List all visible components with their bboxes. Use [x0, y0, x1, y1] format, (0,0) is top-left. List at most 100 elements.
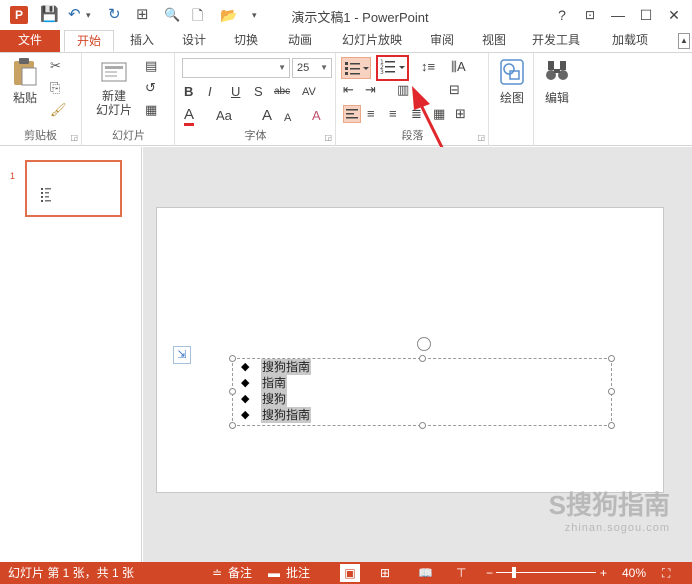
customize-qat-icon[interactable]: ▾ [252, 5, 257, 25]
autofit-options-icon[interactable]: ⇲ [173, 346, 191, 364]
paste-button[interactable]: 粘贴 [6, 57, 44, 106]
text-direction-icon[interactable]: ⫼A [451, 58, 466, 76]
resize-handle[interactable] [419, 422, 426, 429]
save-icon[interactable]: 💾 [40, 5, 59, 25]
tab-insert[interactable]: 插入 [120, 30, 164, 52]
print-preview-icon[interactable]: 🔍 [164, 5, 180, 25]
maximize-icon[interactable]: ☐ [635, 4, 657, 26]
list-item[interactable]: ◆ 搜狗指南 [241, 407, 312, 423]
new-slide-button[interactable]: 新建 幻灯片 [89, 57, 139, 117]
resize-handle[interactable] [229, 422, 236, 429]
tab-review[interactable]: 审阅 [420, 30, 464, 52]
tab-home[interactable]: 开始 [64, 30, 114, 52]
shrink-font-button[interactable]: A [284, 109, 291, 127]
notes-button[interactable]: 备注 [228, 562, 252, 584]
close-icon[interactable]: ✕ [663, 4, 685, 26]
zoom-out-icon[interactable]: − [486, 562, 493, 584]
list-item[interactable]: ◆ 指南 [241, 375, 311, 391]
clipboard-launcher-icon[interactable]: ◲ [70, 133, 78, 142]
copy-icon[interactable]: ⎘ [50, 79, 60, 97]
resize-handle[interactable] [229, 388, 236, 395]
tab-animations[interactable]: 动画 [276, 30, 324, 52]
justify-icon[interactable]: ≣ [411, 105, 422, 123]
change-case-button[interactable]: Aa [216, 107, 232, 125]
resize-handle[interactable] [229, 355, 236, 362]
clear-formatting-button[interactable]: A [312, 107, 321, 125]
paste-icon [11, 57, 39, 87]
align-center-icon[interactable]: ≡ [367, 105, 375, 123]
font-color-button[interactable]: A [184, 107, 195, 126]
tab-design[interactable]: 设计 [172, 30, 216, 52]
strikethrough-button[interactable]: abc [274, 83, 290, 101]
columns-icon[interactable]: ▥ [397, 81, 409, 99]
comments-button[interactable]: 批注 [286, 562, 310, 584]
zoom-slider-handle[interactable] [512, 567, 516, 578]
underline-button[interactable]: U [231, 83, 240, 101]
bold-button[interactable]: B [184, 83, 193, 101]
ribbon-scroll-icon[interactable]: ▲ [678, 33, 690, 49]
increase-indent-icon[interactable]: ⇥ [365, 81, 376, 99]
notes-icon[interactable]: ≐ [212, 562, 222, 584]
resize-handle[interactable] [608, 355, 615, 362]
zoom-slider[interactable] [496, 572, 596, 573]
font-size-select[interactable]: 25 ▼ [292, 58, 332, 78]
undo-icon[interactable]: ↶ [68, 5, 81, 25]
tab-addins[interactable]: 加载项 [600, 30, 660, 52]
slide-show-icon[interactable]: ⊤ [456, 562, 466, 584]
decrease-indent-icon[interactable]: ⇤ [343, 81, 354, 99]
tab-view[interactable]: 视图 [472, 30, 516, 52]
format-painter-icon[interactable]: 🖌 [50, 101, 67, 119]
section-icon[interactable]: ▦ [145, 101, 157, 119]
smartart-icon[interactable]: ⊞ [455, 105, 466, 123]
resize-handle[interactable] [608, 422, 615, 429]
powerpoint-app-icon[interactable]: P [10, 6, 28, 24]
redo-icon[interactable]: ↻ [108, 5, 121, 25]
reading-view-icon[interactable]: 📖 [418, 562, 433, 584]
tab-developer[interactable]: 开发工具 [526, 30, 586, 52]
list-item[interactable]: ◆ 搜狗 [241, 391, 311, 407]
zoom-in-icon[interactable]: + [600, 562, 607, 584]
shadow-button[interactable]: S [254, 83, 263, 101]
resize-handle[interactable] [419, 355, 426, 362]
align-left-button[interactable] [343, 105, 361, 123]
italic-button[interactable]: I [208, 83, 212, 101]
paragraph-group: 1 2 3 ↕≡ ⫼A ⇤ ⇥ ▥ ⊟ ≡ ≡ ≣ ▦ ⊞ 段落 ◲ [337, 53, 489, 146]
rotate-handle-icon[interactable] [417, 337, 431, 351]
ribbon-display-options-icon[interactable]: ⊡ [579, 4, 601, 26]
editing-button[interactable]: 编辑 [540, 57, 574, 106]
layout-icon[interactable]: ▤ [145, 57, 157, 75]
text-placeholder[interactable]: ◆ 搜狗指南 ◆ 指南 ◆ 搜狗 ◆ 搜狗指南 [229, 337, 615, 429]
font-group: ▼ 25 ▼ B I U S abc AV A Aa A A A 字体 ◲ [176, 53, 336, 146]
open-file-icon[interactable]: 📂 [220, 5, 237, 25]
distributed-icon[interactable]: ▦ [433, 105, 445, 123]
align-right-icon[interactable]: ≡ [389, 105, 397, 123]
font-launcher-icon[interactable]: ◲ [324, 133, 332, 142]
line-spacing-icon[interactable]: ↕≡ [421, 58, 435, 76]
drawing-button[interactable]: 绘图 [495, 57, 529, 106]
tab-slide-show[interactable]: 幻灯片放映 [334, 30, 410, 52]
bullets-button[interactable] [341, 57, 371, 79]
normal-view-icon[interactable]: ▣ [340, 564, 360, 582]
slide-sorter-icon[interactable]: ⊞ [380, 562, 390, 584]
align-text-icon[interactable]: ⊟ [449, 81, 460, 99]
help-icon[interactable]: ? [551, 4, 573, 26]
paragraph-launcher-icon[interactable]: ◲ [477, 133, 485, 142]
fit-to-window-icon[interactable]: ⛶ [662, 562, 670, 584]
undo-dropdown-icon[interactable]: ▾ [86, 5, 91, 25]
new-file-icon[interactable]: 🗋 [192, 5, 203, 25]
reset-slide-icon[interactable]: ↺ [145, 79, 156, 97]
minimize-icon[interactable]: — [607, 4, 629, 26]
start-presentation-icon[interactable]: ⊞ [136, 5, 149, 25]
cut-icon[interactable]: ✂ [50, 57, 61, 75]
tab-transitions[interactable]: 切换 [224, 30, 268, 52]
slide-canvas[interactable]: ◆ 搜狗指南 ◆ 指南 ◆ 搜狗 ◆ 搜狗指南 [156, 207, 664, 493]
zoom-level[interactable]: 40% [622, 562, 646, 584]
slide-thumbnail[interactable] [25, 160, 122, 217]
list-item[interactable]: ◆ 搜狗指南 [241, 359, 312, 375]
comments-icon[interactable]: ▬ [268, 562, 280, 584]
character-spacing-button[interactable]: AV [302, 83, 316, 101]
grow-font-button[interactable]: A [262, 107, 272, 125]
tab-file[interactable]: 文件 [0, 30, 60, 52]
resize-handle[interactable] [608, 388, 615, 395]
font-family-select[interactable]: ▼ [182, 58, 290, 78]
